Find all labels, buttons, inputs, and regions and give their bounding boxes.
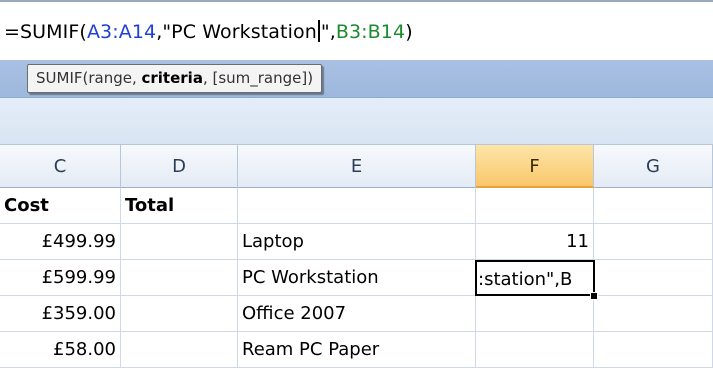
cell-c[interactable]: Cost xyxy=(0,188,121,224)
column-header-c[interactable]: C xyxy=(0,145,121,188)
spreadsheet-grid: Cost Total £499.99 Laptop 11 £599.99 PC … xyxy=(0,188,713,369)
tooltip-current-arg[interactable]: criteria xyxy=(142,69,203,87)
tooltip-func: SUMIF(range, xyxy=(36,69,142,87)
column-header-f[interactable]: F xyxy=(476,145,594,188)
formula-prefix: =SUMIF( xyxy=(4,21,87,43)
cell-e[interactable] xyxy=(238,188,476,224)
formula-bar[interactable]: =SUMIF(A3:A14,"PC Workstation ",B3:B14) xyxy=(0,0,713,60)
cell-c[interactable]: £359.00 xyxy=(0,296,121,332)
formula-text[interactable]: =SUMIF(A3:A14,"PC Workstation ",B3:B14) xyxy=(4,20,413,43)
function-argument-tooltip[interactable]: SUMIF(range, criteria, [sum_range]) xyxy=(27,64,323,93)
cell-d[interactable] xyxy=(121,332,238,368)
formula-sum-ref: B3:B14 xyxy=(335,21,406,43)
column-header-g[interactable]: G xyxy=(594,145,713,188)
cell-c[interactable]: £599.99 xyxy=(0,260,121,296)
cell-g[interactable] xyxy=(594,188,713,224)
cell-e[interactable]: PC Workstation xyxy=(238,260,476,296)
table-row: £599.99 PC Workstation :station",B xyxy=(0,260,713,296)
cell-f[interactable] xyxy=(476,332,594,368)
cell-d[interactable] xyxy=(121,260,238,296)
formula-range-ref: A3:A14 xyxy=(86,21,157,43)
text-cursor xyxy=(317,20,320,42)
column-header-d[interactable]: D xyxy=(121,145,238,188)
tooltip-rest: , [sum_range]) xyxy=(202,69,314,87)
table-row: £359.00 Office 2007 xyxy=(0,296,713,332)
cell-e[interactable]: Office 2007 xyxy=(238,296,476,332)
ribbon-strip xyxy=(0,98,713,144)
cell-e[interactable]: Laptop xyxy=(238,224,476,260)
table-row: Cost Total xyxy=(0,188,713,224)
cell-g[interactable] xyxy=(594,296,713,332)
active-edit-cell[interactable]: :station",B xyxy=(475,260,595,296)
column-header-row: C D E F G xyxy=(0,144,713,188)
cell-e[interactable]: Ream PC Paper xyxy=(238,332,476,368)
cell-d[interactable] xyxy=(121,296,238,332)
fill-handle[interactable] xyxy=(590,292,598,300)
cell-g[interactable] xyxy=(594,224,713,260)
cell-d[interactable]: Total xyxy=(121,188,238,224)
cell-f[interactable] xyxy=(476,188,594,224)
formula-criteria-start: ,"PC Workstation xyxy=(156,21,317,43)
cell-f[interactable]: 11 xyxy=(476,224,594,260)
cell-c[interactable]: £58.00 xyxy=(0,332,121,368)
cell-d[interactable] xyxy=(121,224,238,260)
cell-c[interactable]: £499.99 xyxy=(0,224,121,260)
column-header-e[interactable]: E xyxy=(238,145,476,188)
cell-g[interactable] xyxy=(594,332,713,368)
formula-suffix: ) xyxy=(405,21,413,43)
cell-f[interactable] xyxy=(476,296,594,332)
formula-criteria-end: ", xyxy=(320,21,336,43)
table-row: £499.99 Laptop 11 xyxy=(0,224,713,260)
table-row: £58.00 Ream PC Paper xyxy=(0,332,713,368)
cell-g[interactable] xyxy=(594,260,713,296)
